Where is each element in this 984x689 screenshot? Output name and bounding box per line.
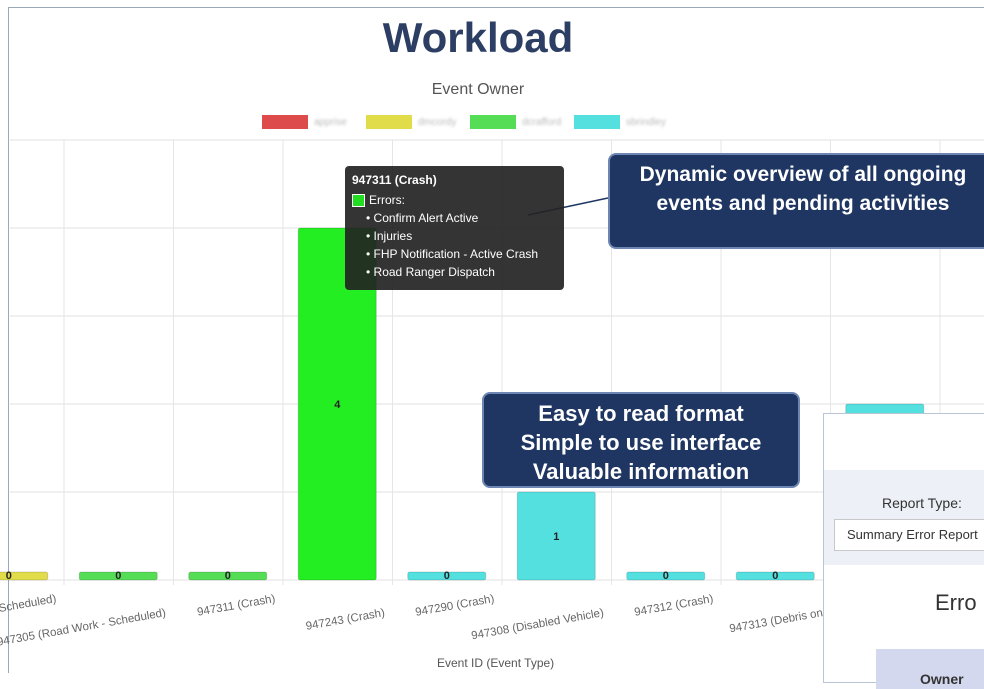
tooltip-series: Errors: [352, 193, 557, 207]
data-label: 0 [115, 570, 121, 582]
data-label: 1 [553, 531, 559, 543]
tooltip-list: Confirm Alert Active Injuries FHP Notifi… [352, 209, 557, 281]
report-heading: Erro [935, 590, 977, 615]
x-tick-label: 947308 (Disabled Vehicle) [470, 607, 604, 642]
features-callout: Easy to read format Simple to use interf… [482, 392, 800, 488]
tooltip-series-label: Errors: [369, 193, 405, 207]
report-panel: Report Type: Summary Error Report Erro O… [823, 413, 984, 689]
x-axis-title: Event ID (Event Type) [437, 656, 555, 670]
report-type-select[interactable]: Summary Error Report [834, 519, 984, 551]
x-tick-label: 947290 (Crash) [414, 593, 495, 619]
callout-line: Easy to read format [538, 401, 744, 426]
callout-line: Valuable information [532, 459, 750, 484]
tooltip-item: Confirm Alert Active [366, 209, 557, 227]
owner-column-header[interactable]: Owner [876, 649, 984, 689]
x-tick-label: 947313 (Debris on [728, 607, 823, 635]
overview-callout: Dynamic overview of all ongoing events a… [608, 153, 984, 249]
x-tick-label: 947305 (Road Work - Scheduled) [0, 607, 167, 649]
x-tick-label: Work - Scheduled) [0, 593, 57, 621]
data-label: 4 [334, 399, 341, 411]
callout-line: Simple to use interface [520, 430, 762, 455]
data-label: 0 [444, 570, 450, 582]
data-label: 0 [225, 570, 231, 582]
tooltip-item: Road Ranger Dispatch [366, 263, 557, 281]
report-type-label: Report Type: [882, 495, 962, 511]
tooltip-swatch [352, 193, 365, 207]
tooltip-item: FHP Notification - Active Crash [366, 245, 557, 263]
data-label: 0 [663, 570, 669, 582]
data-label: 0 [772, 570, 778, 582]
x-tick-label: 947243 (Crash) [305, 607, 386, 633]
data-label: 0 [6, 570, 12, 582]
tooltip-item: Injuries [366, 227, 557, 245]
x-tick-label: 947312 (Crash) [633, 593, 714, 619]
x-tick-label: 947311 (Crash) [196, 593, 276, 619]
tooltip-title: 947311 (Crash) [352, 173, 437, 187]
chart-tooltip: 947311 (Crash) Errors: Confirm Alert Act… [345, 166, 564, 290]
